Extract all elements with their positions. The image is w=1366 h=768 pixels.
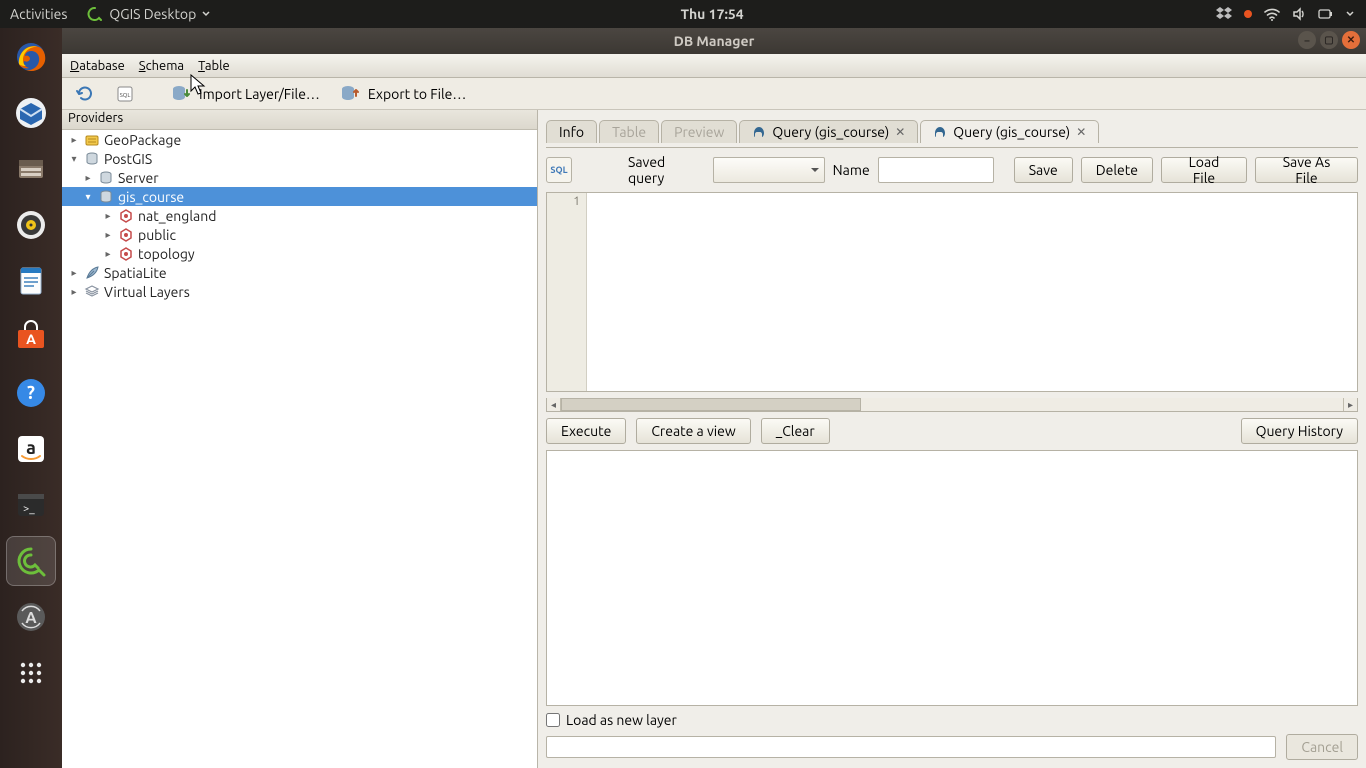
svg-text:SQL: SQL	[120, 92, 131, 99]
tree-item-virtual-layers[interactable]: ▸Virtual Layers	[62, 282, 537, 301]
sql-editor[interactable]: 1	[546, 192, 1358, 392]
save-button[interactable]: Save	[1014, 157, 1073, 183]
elephant-icon	[752, 125, 766, 139]
sql-icon: SQL	[115, 84, 135, 104]
elephant-icon	[933, 125, 947, 139]
import-layer-button[interactable]: Import Layer/File…	[166, 81, 325, 107]
execute-button[interactable]: Execute	[546, 418, 626, 444]
create-view-button[interactable]: Create a view	[636, 418, 750, 444]
menu-database[interactable]: Database	[70, 59, 125, 73]
notification-dot-icon[interactable]	[1244, 10, 1252, 18]
load-file-button[interactable]: Load File	[1161, 157, 1247, 183]
progress-bar	[546, 736, 1276, 758]
tree-item-nat_england[interactable]: ▸nat_england	[62, 206, 537, 225]
tree-item-gis_course[interactable]: ▾gis_course	[62, 187, 537, 206]
tab-table: Table	[599, 120, 659, 143]
battery-icon[interactable]	[1318, 6, 1334, 22]
providers-tree[interactable]: ▸GeoPackage▾PostGIS▸Server▾gis_course▸na…	[62, 130, 537, 768]
launcher-writer[interactable]	[6, 256, 56, 306]
tab-bar: Info Table Preview Query (gis_course)✕ Q…	[546, 116, 1358, 142]
tree-item-public[interactable]: ▸public	[62, 225, 537, 244]
tab-info[interactable]: Info	[546, 120, 597, 143]
query-name-input[interactable]	[878, 157, 994, 183]
current-app-indicator[interactable]: QGIS Desktop	[77, 0, 220, 28]
launcher-qgis[interactable]	[6, 536, 56, 586]
sql-window-button[interactable]: SQL	[110, 81, 140, 107]
close-icon[interactable]: ✕	[895, 125, 905, 139]
launcher-software[interactable]: A	[6, 312, 56, 362]
cancel-button: Cancel	[1286, 734, 1358, 760]
tree-item-server[interactable]: ▸Server	[62, 168, 537, 187]
results-pane	[546, 450, 1358, 706]
unity-launcher: A ? a >_ A	[0, 28, 62, 768]
launcher-terminal[interactable]: >_	[6, 480, 56, 530]
launcher-help[interactable]: ?	[6, 368, 56, 418]
clock[interactable]: Thu 17:54	[671, 0, 754, 28]
gnome-top-panel: Activities QGIS Desktop Thu 17:54	[0, 0, 1366, 28]
svg-text:A: A	[25, 609, 37, 627]
export-file-button[interactable]: Export to File…	[335, 81, 471, 107]
maximize-button[interactable]: ▢	[1320, 31, 1338, 49]
refresh-button[interactable]	[70, 81, 100, 107]
query-history-button[interactable]: Query History	[1241, 418, 1358, 444]
providers-panel: Providers ▸GeoPackage▾PostGIS▸Server▾gis…	[62, 110, 538, 768]
activities-button[interactable]: Activities	[0, 0, 77, 28]
tree-item-geopackage[interactable]: ▸GeoPackage	[62, 130, 537, 149]
minimize-button[interactable]: –	[1298, 31, 1316, 49]
sql-toggle-button[interactable]: SQL	[546, 157, 572, 183]
menu-bar: Database Schema Table	[62, 54, 1366, 78]
providers-header: Providers	[62, 110, 537, 130]
close-icon[interactable]: ✕	[1076, 125, 1086, 139]
clear-button[interactable]: Clear	[761, 418, 830, 444]
name-label: Name	[833, 162, 870, 178]
launcher-thunderbird[interactable]	[6, 88, 56, 138]
tree-item-spatialite[interactable]: ▸SpatiaLite	[62, 263, 537, 282]
system-tray	[1204, 6, 1366, 22]
saved-query-select[interactable]	[713, 157, 825, 183]
tab-query-1[interactable]: Query (gis_course)✕	[739, 120, 918, 143]
close-button[interactable]: ✕	[1342, 31, 1360, 49]
dropbox-icon[interactable]	[1216, 7, 1232, 21]
svg-text:>_: >_	[23, 503, 35, 515]
svg-text:A: A	[26, 331, 36, 347]
load-as-new-layer-checkbox[interactable]: Load as new layer	[546, 712, 1358, 728]
launcher-firefox[interactable]	[6, 32, 56, 82]
chevron-down-icon	[202, 10, 210, 18]
editor-gutter: 1	[547, 193, 587, 391]
svg-text:?: ?	[27, 383, 35, 403]
delete-button[interactable]: Delete	[1081, 157, 1153, 183]
qgis-icon	[87, 6, 103, 22]
menu-schema[interactable]: Schema	[139, 59, 184, 73]
tab-preview: Preview	[661, 120, 737, 143]
window-titlebar: DB Manager – ▢ ✕	[62, 28, 1366, 54]
query-panel: Info Table Preview Query (gis_course)✕ Q…	[538, 110, 1366, 768]
save-as-file-button[interactable]: Save As File	[1255, 157, 1358, 183]
launcher-amazon[interactable]: a	[6, 424, 56, 474]
editor-scrollbar[interactable]: ◂▸	[546, 398, 1358, 412]
wifi-icon[interactable]	[1264, 7, 1280, 21]
launcher-rhythmbox[interactable]	[6, 200, 56, 250]
launcher-apps-grid[interactable]	[6, 648, 56, 698]
svg-text:a: a	[26, 438, 36, 458]
launcher-update[interactable]: A	[6, 592, 56, 642]
db-import-icon	[171, 84, 193, 104]
saved-query-label: Saved query	[628, 154, 705, 186]
launcher-files[interactable]	[6, 144, 56, 194]
refresh-icon	[75, 84, 95, 104]
tab-query-2[interactable]: Query (gis_course)✕	[920, 120, 1099, 143]
chevron-down-icon[interactable]	[1346, 10, 1354, 18]
window-title: DB Manager	[674, 33, 755, 49]
tree-item-topology[interactable]: ▸topology	[62, 244, 537, 263]
volume-icon[interactable]	[1292, 7, 1306, 21]
toolbar: SQL Import Layer/File… Export to File…	[62, 78, 1366, 110]
db-export-icon	[340, 84, 362, 104]
menu-table[interactable]: Table	[198, 59, 230, 73]
tree-item-postgis[interactable]: ▾PostGIS	[62, 149, 537, 168]
db-manager-window: Database Schema Table SQL Import Layer/F…	[62, 54, 1366, 768]
